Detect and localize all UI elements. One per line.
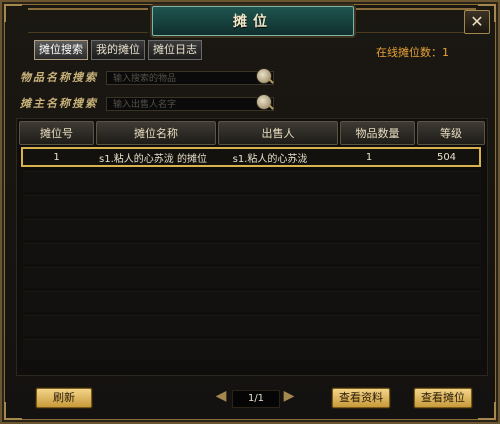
empty-row	[23, 243, 481, 264]
title-ornament	[356, 8, 476, 33]
title-ornament	[28, 8, 148, 33]
online-stall-count: 在线摊位数：1	[376, 46, 449, 59]
magnifier-icon[interactable]	[256, 68, 272, 84]
empty-row	[23, 291, 481, 312]
frame-corner	[478, 402, 496, 420]
column-header-seller[interactable]: 出售人	[218, 121, 338, 145]
triangle-right-icon[interactable]: ▶	[282, 388, 296, 406]
cell-stall-no: 1	[53, 151, 60, 163]
tab-bar: 摊位搜索 我的摊位 摊位日志	[34, 40, 202, 60]
column-header-stall-no[interactable]: 摊位号	[19, 121, 94, 145]
view-stall-button[interactable]: 查看摊位	[414, 388, 472, 408]
item-search-label: 物品名称搜索	[20, 71, 98, 84]
empty-row	[23, 195, 481, 216]
frame-corner	[4, 402, 22, 420]
table-header: 摊位号 摊位名称 出售人 物品数量 等级	[19, 121, 485, 145]
frame-corner	[4, 4, 22, 22]
column-header-stall-name[interactable]: 摊位名称	[96, 121, 216, 145]
window-title: 摊位	[233, 14, 273, 30]
empty-row	[23, 171, 481, 192]
refresh-button[interactable]: 刷新	[36, 388, 92, 408]
seller-search-label: 摊主名称搜索	[20, 97, 98, 110]
empty-row	[23, 267, 481, 288]
table-row[interactable]: 1 s1.粘人的心苏泷 的摊位 s1.粘人的心苏泷 1 504	[21, 147, 481, 167]
window-titlebar: 摊位	[152, 6, 354, 36]
cell-level: 504	[436, 151, 457, 163]
cell-item-count: 1	[365, 151, 373, 163]
seller-search-input[interactable]: 输入出售人名字	[106, 97, 274, 111]
cell-stall-name: s1.粘人的心苏泷 的摊位	[99, 153, 207, 165]
column-header-item-count[interactable]: 物品数量	[340, 121, 415, 145]
tab-stall-log[interactable]: 摊位日志	[148, 40, 202, 60]
tab-my-stall[interactable]: 我的摊位	[91, 40, 145, 60]
empty-row	[23, 339, 481, 360]
empty-row	[23, 315, 481, 336]
cell-seller: s1.粘人的心苏泷	[232, 153, 308, 165]
stall-window: 摊位 ✕ 摊位搜索 我的摊位 摊位日志 在线摊位数：1 物品名称搜索 输入搜索的…	[0, 0, 500, 424]
tab-stall-search[interactable]: 摊位搜索	[34, 40, 88, 60]
magnifier-icon[interactable]	[256, 94, 272, 110]
stall-table: 摊位号 摊位名称 出售人 物品数量 等级 1 s1.粘人的心苏泷 的摊位 s1.…	[16, 118, 488, 376]
item-search-input[interactable]: 输入搜索的物品	[106, 71, 274, 85]
view-info-button[interactable]: 查看资料	[332, 388, 390, 408]
page-indicator: 1/1	[232, 390, 280, 408]
triangle-left-icon[interactable]: ◀	[214, 388, 228, 406]
empty-row	[23, 219, 481, 240]
close-icon[interactable]: ✕	[464, 10, 490, 34]
column-header-level[interactable]: 等级	[417, 121, 485, 145]
